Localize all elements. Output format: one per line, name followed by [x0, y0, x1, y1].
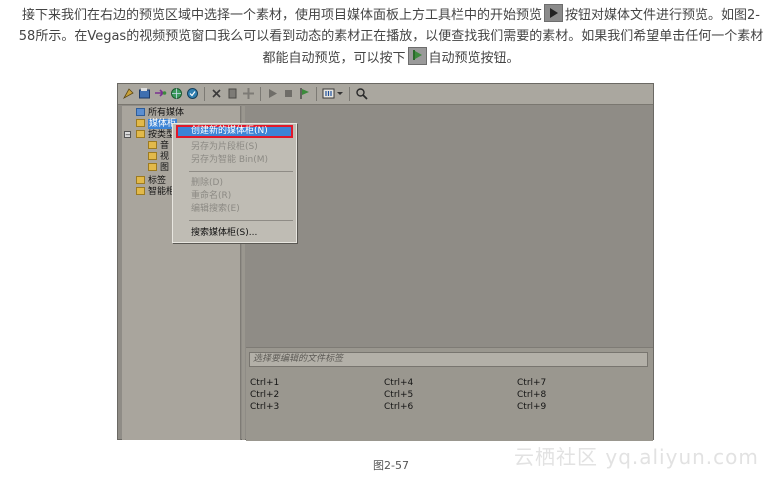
tree-expander[interactable]: −: [124, 131, 131, 139]
menu-item-edit-search[interactable]: 编辑搜索(E): [173, 203, 296, 215]
auto-preview-icon[interactable]: [298, 87, 311, 100]
tag-panel: 选择要编辑的文件标签 Ctrl+1 Ctrl+2 Ctrl+3 Ctrl+4 C…: [246, 347, 653, 441]
vegas-media-window: 所有媒体 媒体柜 − 按类型 音 视 图 标签 智能柜 选择要编辑的文件标签 C…: [117, 83, 654, 441]
toolbar-separator: [316, 87, 317, 101]
paragraph-part3: 自动预览按钮。: [428, 51, 520, 66]
tree-item-audio[interactable]: 音: [148, 141, 169, 152]
menu-separator: [189, 171, 293, 172]
tree-item-video[interactable]: 视: [148, 152, 169, 163]
body-paragraph: 接下来我们在右边的预览区域中选择一个素材，使用项目媒体面板上方工具栏中的开始预览…: [14, 4, 768, 69]
toolbar-separator: [349, 87, 350, 101]
paragraph-part1: 接下来我们在右边的预览区域中选择一个素材，使用项目媒体面板上方工具栏中的开始预览: [22, 8, 543, 23]
menu-item-save-as-smart[interactable]: 另存为智能 Bin(M): [173, 154, 296, 166]
toolbar-separator: [204, 87, 205, 101]
all-media-icon: [136, 108, 145, 116]
menu-item-search-bins[interactable]: 搜索媒体柜(S)...: [173, 227, 296, 239]
folder-icon: [148, 141, 157, 149]
figure-caption: 图2-57: [373, 459, 409, 472]
media-toolbar: [118, 84, 653, 105]
menu-item-new-bin[interactable]: 创建新的媒体柜(N): [176, 125, 293, 138]
folder-icon: [136, 130, 145, 138]
stop-preview-icon[interactable]: [282, 87, 295, 100]
tree-item-all-media[interactable]: 所有媒体: [136, 108, 184, 119]
properties-icon[interactable]: [226, 87, 239, 100]
start-preview-icon[interactable]: [266, 87, 279, 100]
tag-shortcut[interactable]: Ctrl+3: [250, 402, 279, 413]
context-menu: 创建新的媒体柜(N) 另存为片段柜(S) 另存为智能 Bin(M) 删除(D) …: [172, 123, 297, 243]
tree-item-media-bin[interactable]: 媒体柜: [136, 119, 178, 130]
tree-item-by-type[interactable]: 按类型: [136, 130, 175, 141]
search-icon[interactable]: [355, 87, 368, 100]
folder-icon: [136, 176, 145, 184]
tree-item-smart-bins[interactable]: 智能柜: [136, 187, 175, 198]
tree-item-tags[interactable]: 标签: [136, 176, 166, 187]
effects-icon[interactable]: [242, 87, 255, 100]
chevron-down-icon[interactable]: [336, 87, 344, 100]
tag-shortcut[interactable]: Ctrl+9: [517, 402, 546, 413]
media-preview-area[interactable]: [246, 106, 653, 346]
views-icon[interactable]: [322, 87, 335, 100]
tag-shortcut[interactable]: Ctrl+7: [517, 378, 546, 389]
menu-item-rename[interactable]: 重命名(R): [173, 190, 296, 202]
capture-icon[interactable]: [138, 87, 151, 100]
tag-shortcut[interactable]: Ctrl+6: [384, 402, 413, 413]
remove-icon[interactable]: [210, 87, 223, 100]
folder-icon: [136, 187, 145, 195]
import-icon[interactable]: [122, 87, 135, 100]
tag-shortcut[interactable]: Ctrl+1: [250, 378, 279, 389]
play-icon: [544, 4, 564, 22]
menu-item-delete[interactable]: 删除(D): [173, 177, 296, 189]
folder-icon: [136, 119, 145, 127]
get-media-icon[interactable]: [154, 87, 167, 100]
explore-media-icon[interactable]: [186, 87, 199, 100]
menu-separator: [189, 220, 293, 221]
tag-search-input[interactable]: 选择要编辑的文件标签: [249, 352, 648, 367]
tag-shortcut[interactable]: Ctrl+8: [517, 390, 546, 401]
web-media-icon[interactable]: [170, 87, 183, 100]
tag-shortcut[interactable]: Ctrl+4: [384, 378, 413, 389]
auto-preview-icon: [407, 47, 427, 65]
menu-item-save-as-bin[interactable]: 另存为片段柜(S): [173, 141, 296, 153]
tree-item-image[interactable]: 图: [148, 163, 169, 174]
tag-shortcut[interactable]: Ctrl+5: [384, 390, 413, 401]
folder-icon: [148, 163, 157, 171]
tag-shortcut[interactable]: Ctrl+2: [250, 390, 279, 401]
toolbar-separator: [260, 87, 261, 101]
folder-icon: [148, 152, 157, 160]
